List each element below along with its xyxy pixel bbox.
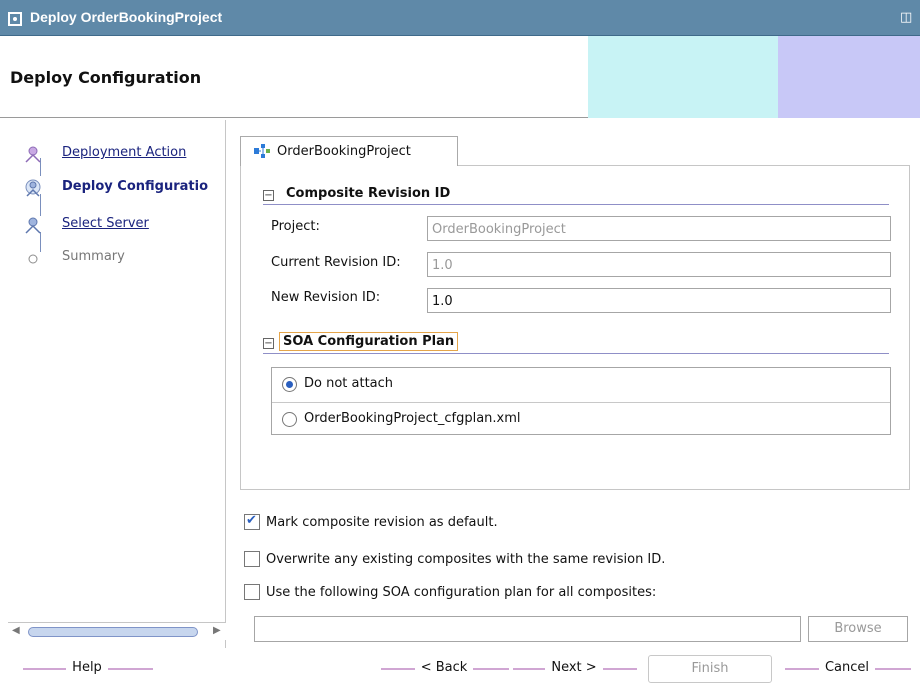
nav-step-deployment-action[interactable]: Deployment Action: [8, 142, 226, 166]
finish-button-label: Finish: [685, 661, 735, 676]
section-title-soa-plan: SOA Configuration Plan: [279, 332, 459, 351]
nav-step-label[interactable]: Deployment Action: [62, 145, 186, 160]
scrollbar-thumb[interactable]: [28, 627, 198, 637]
nav-step-label[interactable]: Select Server: [62, 216, 149, 231]
step-active-icon: [25, 179, 41, 197]
nav-step-summary: Summary: [8, 246, 226, 270]
collapse-icon[interactable]: −: [263, 190, 274, 201]
window-titlebar: Deploy OrderBookingProject ◫: [0, 0, 920, 36]
collapse-icon[interactable]: −: [263, 338, 274, 349]
tab-label: OrderBookingProject: [277, 144, 411, 159]
window-title: Deploy OrderBookingProject: [30, 9, 223, 25]
new-revision-label: New Revision ID:: [271, 290, 381, 305]
next-button[interactable]: Next >: [512, 654, 637, 682]
use-plan-checkbox[interactable]: [244, 584, 260, 600]
new-revision-field[interactable]: 1.0: [427, 288, 891, 313]
radio-option-cfgplan[interactable]: OrderBookingProject_cfgplan.xml: [272, 402, 890, 436]
nav-step-deploy-configuration[interactable]: Deploy Configuratio: [8, 176, 226, 200]
tab-order-booking-project[interactable]: OrderBookingProject: [240, 136, 458, 166]
nav-step-label: Summary: [62, 249, 125, 264]
project-label: Project:: [271, 219, 320, 234]
help-button[interactable]: Help: [22, 654, 153, 682]
cancel-button[interactable]: Cancel: [784, 654, 911, 682]
wizard-header: Deploy Configuration: [0, 36, 920, 118]
nav-step-label: Deploy Configuratio: [62, 179, 209, 194]
section-title-composite-revision: Composite Revision ID: [286, 186, 451, 201]
section-divider: [263, 204, 889, 205]
soa-plan-radio-group: Do not attach OrderBookingProject_cfgpla…: [271, 367, 891, 435]
header-accent-cyan: [588, 36, 778, 118]
step-person-icon: [25, 146, 41, 163]
radio-button[interactable]: [282, 412, 297, 427]
finish-button[interactable]: Finish: [648, 655, 772, 683]
scroll-left-icon[interactable]: ◀: [12, 625, 20, 636]
back-button[interactable]: < Back: [380, 654, 509, 682]
section-divider: [263, 353, 889, 354]
back-button-label: < Back: [414, 660, 474, 675]
page-title: Deploy Configuration: [10, 68, 202, 87]
use-plan-label: Use the following SOA configuration plan…: [266, 585, 657, 600]
browse-button[interactable]: Browse: [808, 616, 908, 642]
scroll-right-icon[interactable]: ▶: [213, 625, 221, 636]
step-circle-icon: [28, 254, 38, 264]
current-revision-field[interactable]: 1.0: [427, 252, 891, 277]
composite-project-icon: [254, 144, 270, 158]
current-revision-label: Current Revision ID:: [271, 255, 401, 270]
project-field[interactable]: OrderBookingProject: [427, 216, 891, 241]
nav-step-select-server[interactable]: Select Server: [8, 213, 226, 237]
wizard-steps-nav: Deployment Action Deploy Configuratio Se…: [8, 120, 226, 648]
mark-default-label: Mark composite revision as default.: [266, 515, 498, 530]
radio-label: OrderBookingProject_cfgplan.xml: [304, 411, 521, 426]
plan-path-input[interactable]: [254, 616, 801, 642]
radio-option-do-not-attach[interactable]: Do not attach: [272, 368, 890, 402]
header-accent-violet: [778, 36, 920, 118]
maximize-icon[interactable]: ◫: [900, 10, 914, 26]
overwrite-label: Overwrite any existing composites with t…: [266, 552, 666, 567]
help-button-label: Help: [66, 660, 108, 675]
window-icon[interactable]: [8, 12, 22, 26]
mark-default-checkbox[interactable]: [244, 513, 260, 530]
radio-label: Do not attach: [304, 376, 394, 391]
step-person-icon: [25, 217, 41, 234]
cancel-button-label: Cancel: [818, 660, 876, 675]
radio-button[interactable]: [282, 377, 297, 392]
next-button-label: Next >: [545, 660, 603, 675]
nav-horizontal-scrollbar[interactable]: ◀ ▶: [8, 622, 226, 640]
deploy-config-panel: − Composite Revision ID Project: OrderBo…: [240, 165, 910, 490]
overwrite-checkbox[interactable]: [244, 551, 260, 567]
